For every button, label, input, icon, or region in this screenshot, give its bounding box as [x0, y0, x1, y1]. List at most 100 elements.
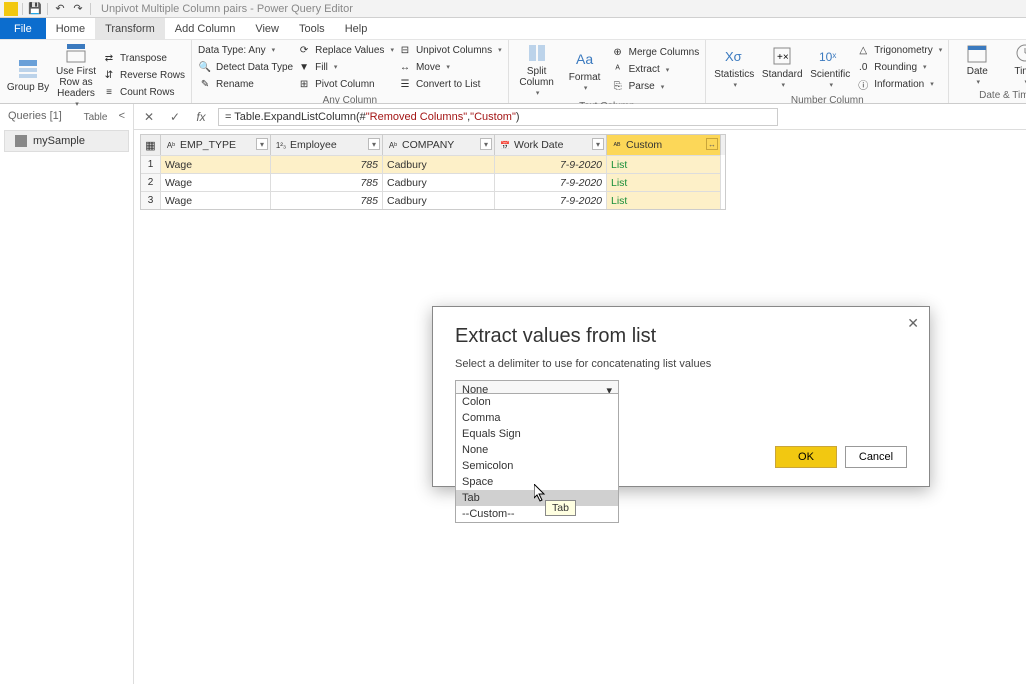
- column-header-workdate[interactable]: 📅Work Date▾: [495, 135, 607, 155]
- dialog-subtitle: Select a delimiter to use for concatenat…: [455, 358, 907, 370]
- split-column-button[interactable]: Split Column: [515, 42, 559, 98]
- data-type-button[interactable]: Data Type: Any: [198, 42, 293, 58]
- detect-icon: 🔍: [198, 60, 212, 74]
- trigonometry-button[interactable]: △Trigonometry: [856, 42, 942, 58]
- title-bar: 💾 ↶ ↷ Unpivot Multiple Column pairs - Po…: [0, 0, 1026, 18]
- fill-button[interactable]: ▼Fill: [297, 59, 394, 75]
- filter-icon[interactable]: ▾: [368, 138, 380, 150]
- split-icon: [526, 42, 548, 64]
- undo-icon[interactable]: ↶: [52, 2, 68, 16]
- move-button[interactable]: ↔Move: [398, 59, 502, 75]
- type-number-icon: 1²₃: [275, 139, 287, 151]
- cancel-button[interactable]: Cancel: [845, 446, 907, 468]
- svg-text:10ˣ: 10ˣ: [819, 50, 836, 64]
- menu-home[interactable]: Home: [46, 18, 95, 39]
- mouse-cursor: [534, 484, 548, 504]
- grid-corner[interactable]: ▦: [141, 135, 161, 155]
- rounding-button[interactable]: .0Rounding: [856, 59, 942, 75]
- merge-columns-button[interactable]: ⊕Merge Columns: [611, 45, 700, 61]
- app-icon: [4, 2, 18, 16]
- menu-bar: File Home Transform Add Column View Tool…: [0, 18, 1026, 40]
- data-grid: ▦ AᵇEMP_TYPE▾ 1²₃Employee▾ AᵇCOMPANY▾ 📅W…: [140, 134, 726, 210]
- parse-button[interactable]: ⎘Parse: [611, 79, 700, 95]
- ribbon-group-anycolumn: Data Type: Any 🔍Detect Data Type ✎Rename…: [192, 40, 509, 103]
- formula-bar: ✕ ✓ fx = Table.ExpandListColumn(#"Remove…: [134, 104, 1026, 130]
- menu-view[interactable]: View: [245, 18, 289, 39]
- formula-accept-icon[interactable]: ✓: [166, 110, 184, 124]
- replace-icon: ⟳: [297, 43, 311, 57]
- menu-tools[interactable]: Tools: [289, 18, 335, 39]
- filter-icon[interactable]: ▾: [480, 138, 492, 150]
- reverse-icon: ⇵: [102, 68, 116, 82]
- fill-icon: ▼: [297, 60, 311, 74]
- filter-icon[interactable]: ▾: [256, 138, 268, 150]
- save-icon[interactable]: 💾: [27, 2, 43, 16]
- standard-button[interactable]: +×Standard: [760, 45, 804, 90]
- information-button[interactable]: ⓘInformation: [856, 76, 942, 92]
- time-button[interactable]: Time: [1003, 42, 1026, 87]
- formula-input[interactable]: = Table.ExpandListColumn(#"Removed Colum…: [218, 108, 778, 126]
- menu-file[interactable]: File: [0, 18, 46, 39]
- type-text-icon: Aᵇ: [387, 139, 399, 151]
- standard-icon: +×: [771, 45, 793, 67]
- option-semicolon[interactable]: Semicolon: [456, 458, 618, 474]
- transpose-button[interactable]: ⇄Transpose: [102, 50, 185, 66]
- option-none[interactable]: None: [456, 442, 618, 458]
- type-any-icon: ᴬᴮ: [611, 139, 623, 151]
- menu-transform[interactable]: Transform: [95, 18, 165, 39]
- table-row[interactable]: 1 Wage 785 Cadbury 7-9-2020 List: [141, 155, 725, 173]
- option-custom[interactable]: --Custom--: [456, 506, 618, 522]
- format-button[interactable]: AaFormat: [563, 48, 607, 93]
- expand-column-icon[interactable]: ↔: [706, 138, 718, 150]
- rename-button[interactable]: ✎Rename: [198, 76, 293, 92]
- fx-icon[interactable]: fx: [192, 110, 210, 124]
- menu-help[interactable]: Help: [335, 18, 378, 39]
- move-icon: ↔: [398, 60, 412, 74]
- table-row[interactable]: 2 Wage 785 Cadbury 7-9-2020 List: [141, 173, 725, 191]
- date-button[interactable]: Date: [955, 42, 999, 87]
- window-title: Unpivot Multiple Column pairs - Power Qu…: [101, 3, 353, 15]
- replace-values-button[interactable]: ⟳Replace Values: [297, 42, 394, 58]
- pivot-icon: ⊞: [297, 77, 311, 91]
- filter-icon[interactable]: ▾: [592, 138, 604, 150]
- detect-type-button[interactable]: 🔍Detect Data Type: [198, 59, 293, 75]
- reverse-rows-button[interactable]: ⇵Reverse Rows: [102, 67, 185, 83]
- ribbon-group-datetime: Date Time Duration Date & Time Column: [949, 40, 1026, 103]
- redo-icon[interactable]: ↷: [70, 2, 86, 16]
- group-by-button[interactable]: Group By: [6, 58, 50, 93]
- dialog-title: Extract values from list: [455, 325, 907, 348]
- format-icon: Aa: [574, 48, 596, 70]
- column-header-employee[interactable]: 1²₃Employee▾: [271, 135, 383, 155]
- menu-add-column[interactable]: Add Column: [165, 18, 246, 39]
- column-header-custom[interactable]: ᴬᴮCustom↔: [607, 135, 721, 155]
- query-item[interactable]: mySample: [4, 130, 129, 152]
- statistics-button[interactable]: XσStatistics: [712, 45, 756, 90]
- first-row-headers-button[interactable]: Use First Row as Headers: [54, 42, 98, 109]
- pivot-column-button[interactable]: ⊞Pivot Column: [297, 76, 394, 92]
- option-equals[interactable]: Equals Sign: [456, 426, 618, 442]
- type-text-icon: Aᵇ: [165, 139, 177, 151]
- ribbon-group-textcolumn: Split Column AaFormat ⊕Merge Columns ᴬEx…: [509, 40, 707, 103]
- stats-icon: Xσ: [723, 45, 745, 67]
- sci-icon: 10ˣ: [819, 45, 841, 67]
- table-row[interactable]: 3 Wage 785 Cadbury 7-9-2020 List: [141, 191, 725, 209]
- option-comma[interactable]: Comma: [456, 410, 618, 426]
- convert-list-button[interactable]: ☰Convert to List: [398, 76, 502, 92]
- close-icon[interactable]: ✕: [907, 315, 919, 332]
- svg-text:Xσ: Xσ: [725, 49, 742, 64]
- column-header-company[interactable]: AᵇCOMPANY▾: [383, 135, 495, 155]
- svg-text:+×: +×: [777, 52, 789, 63]
- extract-button[interactable]: ᴬExtract: [611, 62, 700, 78]
- ribbon: Group By Use First Row as Headers ⇄Trans…: [0, 40, 1026, 104]
- formula-cancel-icon[interactable]: ✕: [140, 110, 158, 124]
- trig-icon: △: [856, 43, 870, 57]
- ok-button[interactable]: OK: [775, 446, 837, 468]
- column-header-emptype[interactable]: AᵇEMP_TYPE▾: [161, 135, 271, 155]
- scientific-button[interactable]: 10ˣScientific: [808, 45, 852, 90]
- option-colon[interactable]: Colon: [456, 394, 618, 410]
- parse-icon: ⎘: [611, 80, 625, 94]
- svg-text:Aa: Aa: [576, 51, 593, 67]
- rename-icon: ✎: [198, 77, 212, 91]
- count-rows-button[interactable]: ≡Count Rows: [102, 84, 185, 100]
- unpivot-columns-button[interactable]: ⊟Unpivot Columns: [398, 42, 502, 58]
